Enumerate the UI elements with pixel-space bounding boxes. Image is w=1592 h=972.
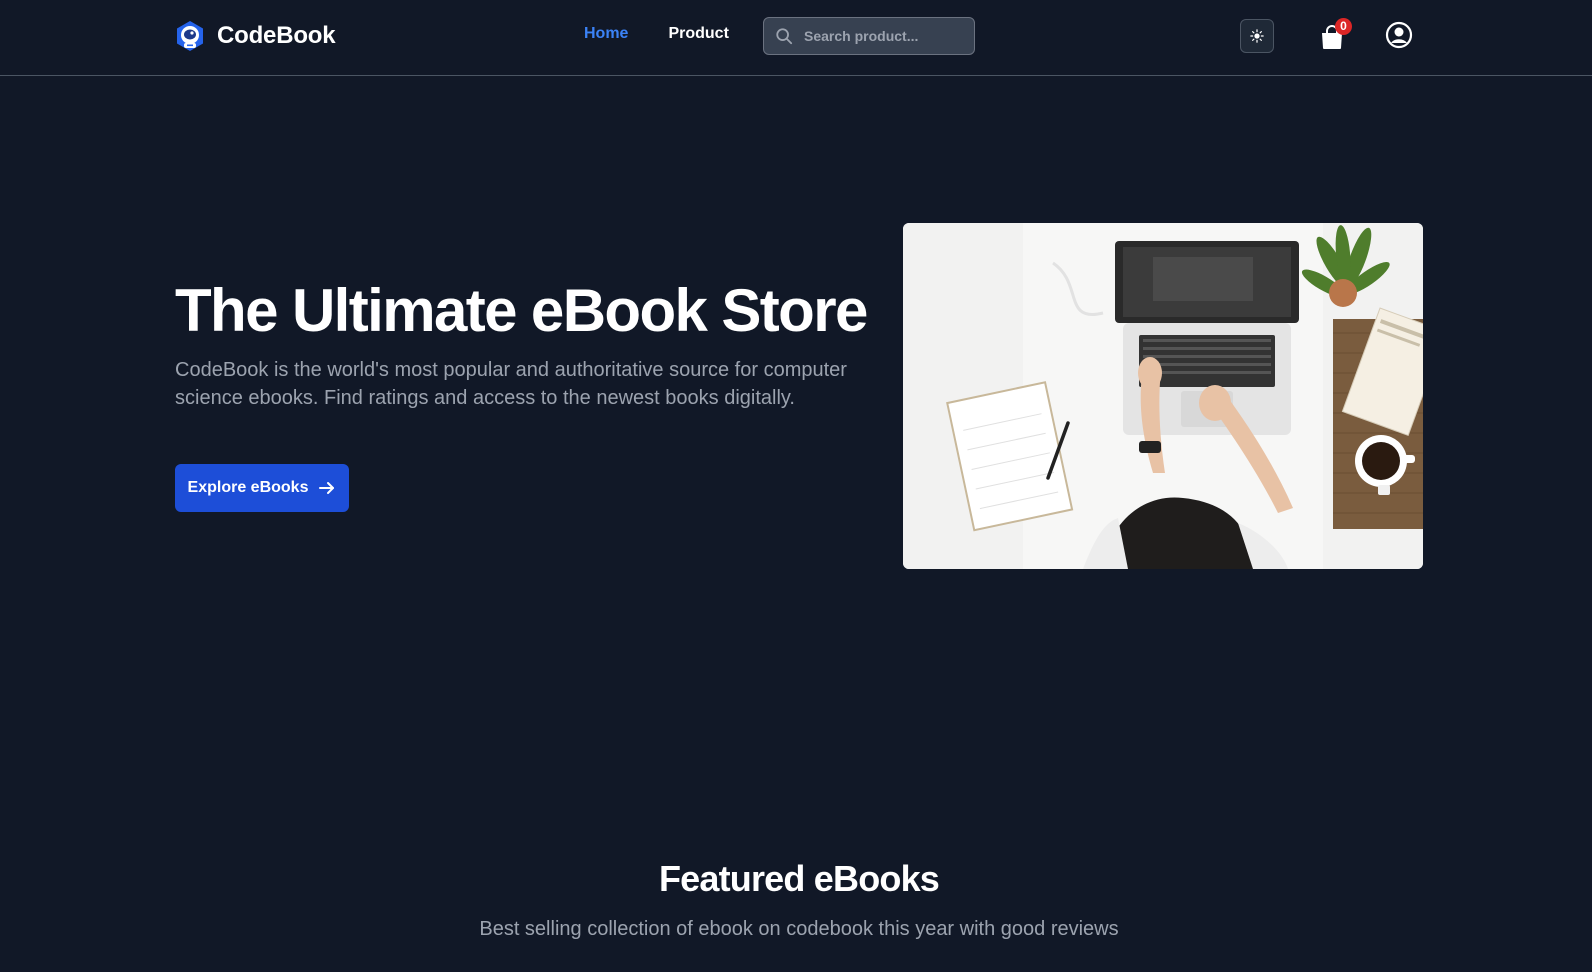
- hero-image: [903, 223, 1423, 569]
- search-input[interactable]: [804, 28, 974, 44]
- brand-name: CodeBook: [217, 22, 336, 49]
- explore-ebooks-button[interactable]: Explore eBooks: [175, 464, 349, 512]
- search-box: [763, 17, 975, 55]
- user-circle-icon: [1385, 21, 1413, 49]
- featured-subtitle: Best selling collection of ebook on code…: [479, 918, 1119, 940]
- nav-product-link[interactable]: Product: [668, 25, 728, 43]
- astronaut-helmet-icon: [177, 21, 203, 51]
- featured-title: Featured eBooks: [658, 858, 940, 899]
- theme-toggle-button[interactable]: [1240, 19, 1274, 53]
- account-button[interactable]: [1385, 21, 1413, 49]
- arrow-right-icon: [319, 482, 335, 494]
- hero-description: CodeBook is the world's most popular and…: [175, 359, 847, 409]
- explore-ebooks-label: Explore eBooks: [187, 479, 309, 496]
- hero-title: The Ultimate eBook Store: [175, 277, 868, 344]
- brand-link[interactable]: CodeBook: [175, 20, 336, 52]
- cart-count-badge: 0: [1335, 18, 1352, 35]
- main-nav: Home Product: [584, 25, 729, 43]
- nav-home-link[interactable]: Home: [584, 25, 628, 43]
- workspace-illustration: [903, 223, 1423, 569]
- search-icon: [776, 28, 793, 45]
- navbar: CodeBook Home Product Search product... …: [0, 0, 1592, 76]
- sun-icon: [1250, 29, 1264, 43]
- cart-button[interactable]: 0: [1317, 18, 1353, 52]
